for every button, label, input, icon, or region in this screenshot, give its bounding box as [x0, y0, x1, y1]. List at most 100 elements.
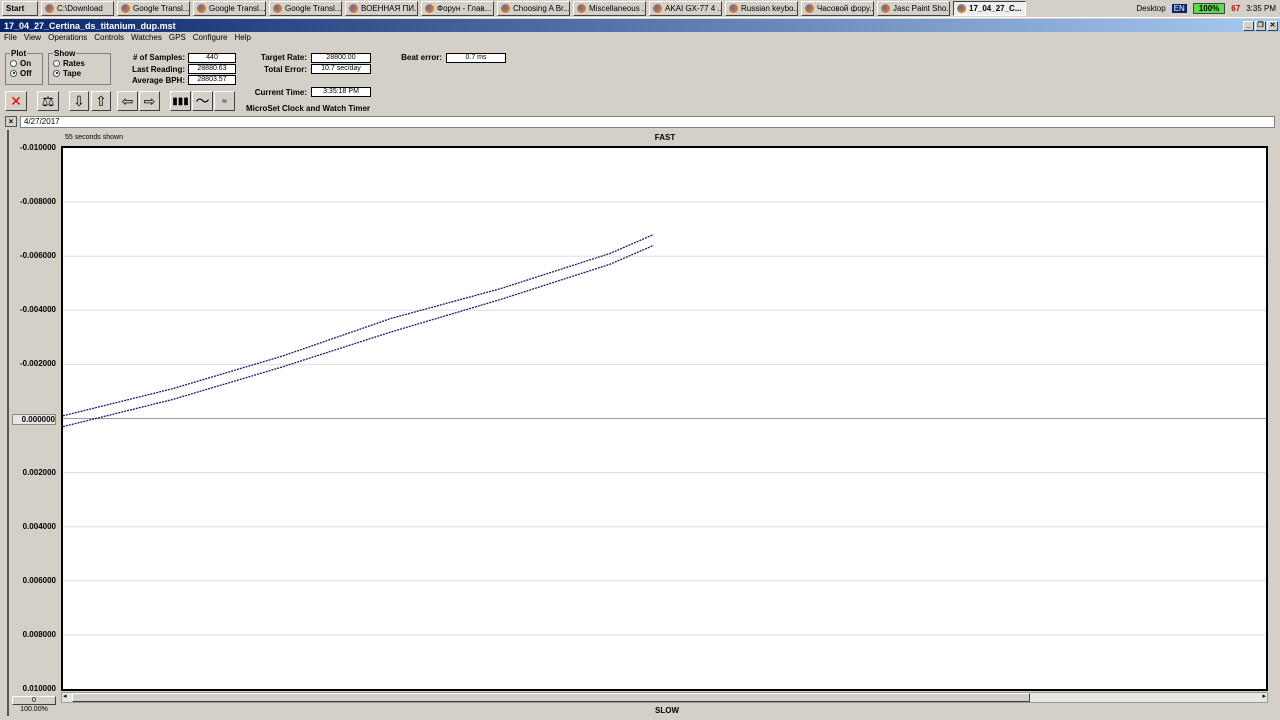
up-button[interactable]: ⇧: [91, 91, 111, 111]
taskbar-item[interactable]: C:\Download: [41, 1, 114, 16]
app-icon: [45, 4, 54, 13]
scale-icon: ⚖: [41, 92, 55, 109]
taskbar-item[interactable]: ВОЕННАЯ ПИ...: [345, 1, 418, 16]
total-error-label: Total Error:: [264, 65, 307, 74]
plot-off-radio[interactable]: Off: [10, 68, 38, 78]
menu-configure[interactable]: Configure: [193, 33, 228, 44]
target-rate-value: 28800.00: [311, 53, 371, 63]
taskbar-item[interactable]: Google Transl...: [193, 1, 266, 16]
y-tick-label: -0.008000: [19, 197, 56, 207]
current-time-value: 3:35:18 PM: [311, 87, 371, 97]
tape-plot: [61, 146, 1268, 691]
bars-icon: ▮▮▮: [172, 95, 189, 107]
app-icon: [729, 4, 738, 13]
taskbar-item-label: C:\Download: [57, 4, 103, 13]
samples-value: 440: [188, 53, 236, 63]
taskbar-item[interactable]: Форун - Глав...: [421, 1, 494, 16]
clear-button[interactable]: ✕: [5, 91, 27, 111]
plot-group: Plot On Off: [5, 49, 43, 85]
taskbar-item[interactable]: Jasc Paint Sho...: [877, 1, 950, 16]
app-icon: [197, 4, 206, 13]
app-icon: [501, 4, 510, 13]
desktop-toolbar[interactable]: Desktop: [1136, 4, 1165, 13]
menu-controls[interactable]: Controls: [94, 33, 124, 44]
left-button[interactable]: ⇦: [117, 91, 138, 111]
taskbar-item-label: Jasc Paint Sho...: [893, 4, 950, 13]
taskbar-item[interactable]: Google Transl...: [117, 1, 190, 16]
y-tick-label: 0.010000: [22, 684, 56, 693]
y-tick-label: -0.004000: [19, 305, 56, 315]
taskbar-item[interactable]: Russian keybo...: [725, 1, 798, 16]
y-tick-label: -0.002000: [19, 359, 56, 369]
system-tray: Desktop EN 100% 67 3:35 PM: [1136, 3, 1280, 14]
close-button[interactable]: ✕: [1267, 20, 1278, 31]
plot-group-label: Plot: [11, 49, 27, 58]
battery-indicator[interactable]: 100%: [1192, 3, 1226, 14]
x-icon: ✕: [10, 92, 22, 109]
y-tick-label: -0.006000: [19, 251, 56, 261]
y-tick-label: 0.004000: [22, 521, 56, 531]
menu-file[interactable]: File: [4, 33, 17, 44]
lines-button[interactable]: ≈: [214, 91, 235, 111]
samples-label: # of Samples:: [132, 53, 185, 62]
show-rates-radio[interactable]: Rates: [53, 58, 106, 68]
total-error-value: 10.7 sec/day: [311, 64, 371, 74]
menu-help[interactable]: Help: [234, 33, 250, 44]
date-bar: × 4/27/2017: [5, 116, 1275, 128]
lines-icon: ≈: [222, 96, 227, 106]
seconds-shown-label: 55 seconds shown: [65, 134, 123, 141]
menu-bar: File View Operations Controls Watches GPS Conf…: [0, 33, 251, 44]
taskbar-item-label: Форун - Глав...: [437, 4, 492, 13]
scroll-right-icon[interactable]: ▸: [1262, 692, 1266, 700]
taskbar-item[interactable]: Google Transl...: [269, 1, 342, 16]
close-date-button[interactable]: ×: [5, 116, 17, 127]
app-icon: [121, 4, 130, 13]
series-trace-1: [62, 233, 654, 417]
scroll-left-icon[interactable]: ◂: [63, 692, 67, 700]
show-group-label: Show: [54, 49, 76, 58]
minimize-button[interactable]: _: [1243, 20, 1254, 31]
offset-button[interactable]: 0: [12, 696, 56, 705]
balance-button[interactable]: ⚖: [37, 91, 59, 111]
clock: 3:35 PM: [1246, 4, 1276, 13]
taskbar-item[interactable]: Miscellaneous ...: [573, 1, 646, 16]
y-tick-label: 0.006000: [22, 575, 56, 585]
taskbar-item[interactable]: Choosing A Br...: [497, 1, 570, 16]
restore-button[interactable]: ❐: [1255, 20, 1266, 31]
wave-icon: 〜: [195, 93, 210, 109]
y-tick-label: 0.000000: [12, 413, 56, 425]
taskbar-item-label: 17_04_27_C...: [969, 4, 1022, 13]
horizontal-scrollbar[interactable]: ◂ ▸: [61, 692, 1268, 703]
app-icon: [349, 4, 358, 13]
date-field[interactable]: 4/27/2017: [20, 116, 1275, 128]
right-button[interactable]: ⇨: [139, 91, 160, 111]
taskbar: Start C:\Download Google Transl... Google …: [0, 0, 1280, 18]
down-button[interactable]: ⇩: [69, 91, 89, 111]
slow-label: SLOW: [655, 706, 679, 715]
tray-number: 67: [1231, 4, 1241, 13]
fast-label: FAST: [654, 133, 676, 142]
target-rate-label: Target Rate:: [260, 53, 307, 62]
menu-operations[interactable]: Operations: [48, 33, 87, 44]
last-reading-value: 28880.63: [188, 64, 236, 74]
y-tick-label: 0.002000: [22, 467, 56, 477]
taskbar-item[interactable]: Часовой фору...: [801, 1, 874, 16]
menu-view[interactable]: View: [24, 33, 41, 44]
plot-on-radio[interactable]: On: [10, 58, 38, 68]
bars-button[interactable]: ▮▮▮: [170, 91, 191, 111]
app-icon: [881, 4, 890, 13]
beat-error-value: 0.7 ms: [446, 53, 506, 63]
arrow-right-icon: ⇨: [143, 92, 156, 109]
app-name: MicroSet Clock and Watch Timer: [246, 104, 371, 113]
show-tape-radio[interactable]: Tape: [53, 68, 106, 78]
wave-button[interactable]: 〜: [192, 91, 213, 111]
start-label: Start: [6, 4, 25, 13]
taskbar-item-label: Google Transl...: [133, 4, 190, 13]
menu-watches[interactable]: Watches: [131, 33, 162, 44]
menu-gps[interactable]: GPS: [169, 33, 186, 44]
taskbar-item[interactable]: AKAI GX-77 4 ...: [649, 1, 722, 16]
taskbar-item[interactable]: 17_04_27_C...: [953, 1, 1026, 16]
scrollbar-thumb[interactable]: [72, 693, 1030, 702]
language-indicator[interactable]: EN: [1171, 4, 1187, 13]
start-button[interactable]: Start: [2, 1, 38, 16]
